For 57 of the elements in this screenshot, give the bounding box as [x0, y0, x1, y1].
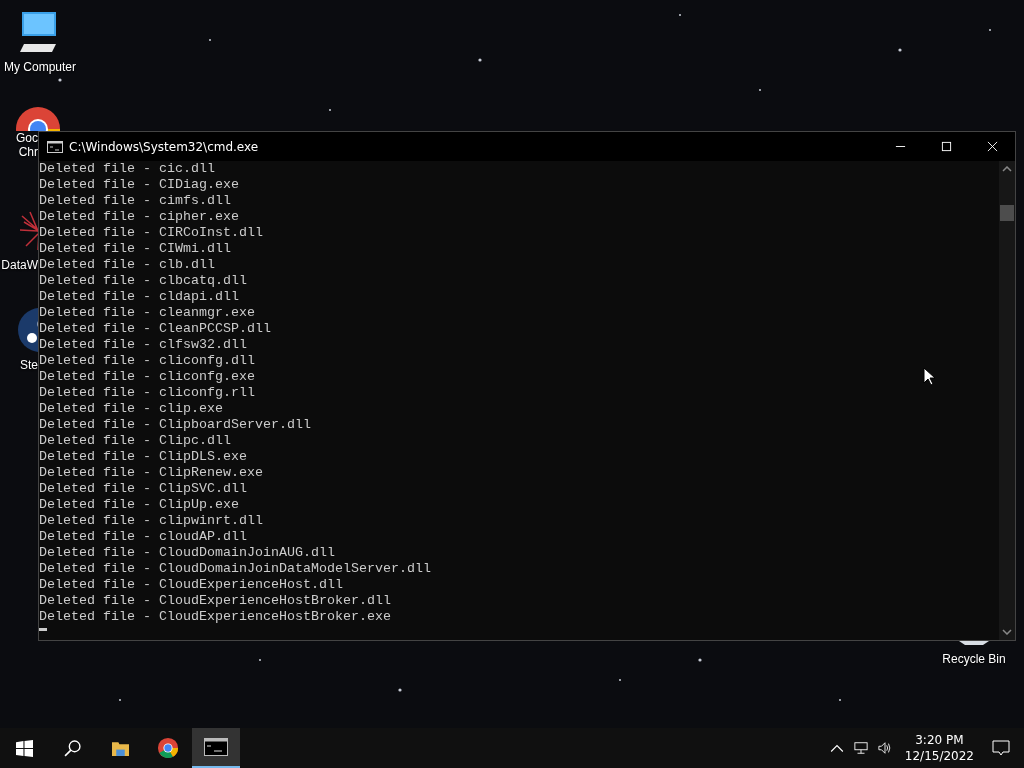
console-line: Deleted file - clfsw32.dll	[39, 337, 247, 353]
console-line: Deleted file - ClipDLS.exe	[39, 449, 247, 465]
console-line: Deleted file - cloudAP.dll	[39, 529, 247, 545]
console-icon	[204, 736, 228, 758]
icon-label[interactable]: Goc	[16, 131, 38, 145]
console-line: Deleted file - cleanmgr.exe	[39, 305, 255, 321]
scroll-thumb[interactable]	[1000, 205, 1014, 221]
console-line: Deleted file - cimfs.dll	[39, 193, 231, 209]
windows-icon	[15, 739, 33, 757]
console-line: Deleted file - ClipUp.exe	[39, 497, 239, 513]
console-line: Deleted file - clb.dll	[39, 257, 215, 273]
console-line: Deleted file - CIDiag.exe	[39, 177, 239, 193]
console-line: Deleted file - ClipRenew.exe	[39, 465, 263, 481]
console-line: Deleted file - clbcatq.dll	[39, 273, 247, 289]
console-line: Deleted file - CIWmi.dll	[39, 241, 231, 257]
scrollbar[interactable]	[999, 161, 1015, 640]
clock[interactable]: 3:20 PM 12/15/2022	[896, 732, 982, 764]
console-line: Deleted file - cipher.exe	[39, 209, 239, 225]
console-line: Deleted file - CIRCoInst.dll	[39, 225, 263, 241]
mouse-pointer-icon	[923, 367, 935, 386]
clock-time: 3:20 PM	[915, 732, 964, 748]
console-line: Deleted file - cliconfg.exe	[39, 369, 255, 385]
console-line: Deleted file - ClipboardServer.dll	[39, 417, 311, 433]
console-taskbar-button[interactable]	[192, 728, 240, 768]
search-icon	[63, 739, 81, 757]
console-icon	[47, 140, 63, 153]
console-line: Deleted file - ClipSVC.dll	[39, 481, 247, 497]
window-title: C:\Windows\System32\cmd.exe	[69, 139, 260, 154]
console-line: Deleted file - cic.dll	[39, 161, 215, 177]
folder-icon	[111, 739, 129, 757]
scroll-down-icon[interactable]	[1002, 629, 1012, 635]
console-line: Deleted file - clipwinrt.dll	[39, 513, 263, 529]
console-line: Deleted file - CloudExperienceHostBroker.exe	[39, 609, 391, 625]
console-line: Deleted file - Clipc.dll	[39, 433, 231, 449]
console-line: Deleted file - clip.exe	[39, 401, 223, 417]
clock-date: 12/15/2022	[904, 748, 974, 764]
close-icon	[986, 141, 998, 152]
icon-label[interactable]: Recycle Bin	[942, 652, 1006, 666]
maximize-icon	[940, 141, 952, 152]
console-line: Deleted file - CloudExperienceHostBroker.dll	[39, 593, 391, 609]
speaker-icon[interactable]	[877, 741, 892, 755]
console-line: Deleted file - cliconfg.dll	[39, 353, 255, 369]
scroll-up-icon[interactable]	[1002, 166, 1012, 172]
console-line: Deleted file - CloudExperienceHost.dll	[39, 577, 343, 593]
console-line: Deleted file - cliconfg.rll	[39, 385, 255, 401]
console-line: Deleted file - CloudDomainJoinAUG.dll	[39, 545, 335, 561]
icon-label[interactable]: DataW	[1, 258, 38, 272]
chrome-icon	[156, 737, 180, 759]
network-icon[interactable]	[853, 741, 868, 755]
console-line: Deleted file - CleanPCCSP.dll	[39, 321, 271, 337]
console-line: Deleted file - CloudDomainJoinDataModelServer.dll	[39, 561, 431, 577]
icon-label[interactable]: Chr	[18, 145, 38, 159]
icon-label[interactable]: Ste	[20, 358, 38, 372]
notification-icon[interactable]	[992, 740, 1010, 756]
icon-label[interactable]: My Computer	[4, 60, 76, 74]
console-line: Deleted file - cldapi.dll	[39, 289, 239, 305]
text-cursor	[39, 628, 47, 631]
